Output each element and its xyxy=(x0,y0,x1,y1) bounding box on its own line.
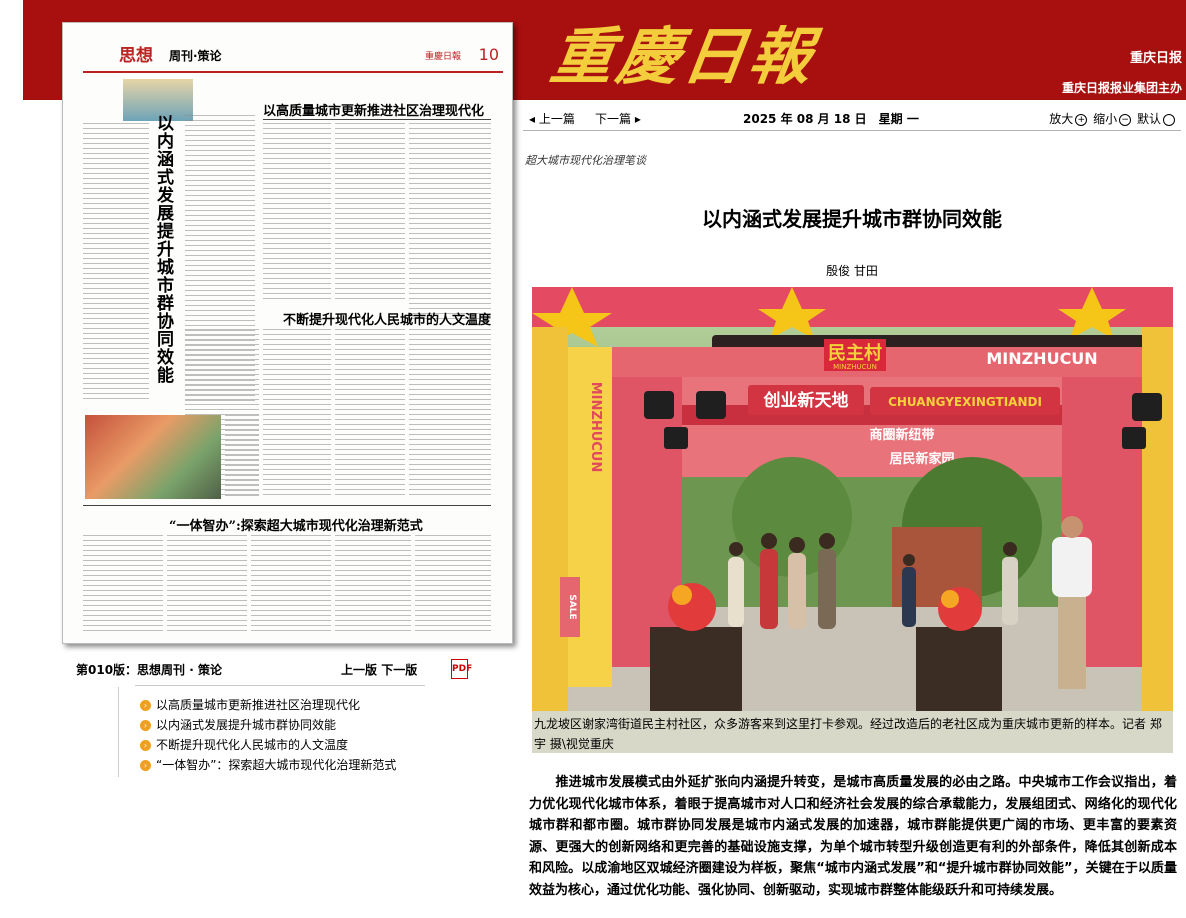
thumb-text-block xyxy=(83,123,149,403)
thumb-headline-2[interactable]: 不断提升现代化人民城市的人文温度 xyxy=(283,309,491,328)
article-list-item[interactable]: › 不断提升现代化人民城市的人文温度 xyxy=(140,735,440,755)
gate-sign-pinyin: MINZHUCUN xyxy=(986,349,1097,368)
article-list: › 以高质量城市更新推进社区治理现代化 › 以内涵式发展提升城市群协同效能 › 不断提… xyxy=(140,695,440,775)
arrow-bullet-icon: › xyxy=(140,759,151,771)
brand-title: 重庆日报 xyxy=(1129,51,1182,66)
zoom-controls: 放大 + 缩小 − 默认 xyxy=(1049,110,1177,127)
zoom-default-button[interactable]: 默认 xyxy=(1137,112,1177,126)
plus-circle-icon: + xyxy=(1075,113,1088,126)
arrow-bullet-icon: › xyxy=(140,699,151,711)
zoom-out-button[interactable]: 缩小 − xyxy=(1093,112,1133,126)
thumb-section: 思想 xyxy=(119,46,153,66)
photo-caption: 九龙坡区谢家湾街道民主村社区，众多游客来到这里打卡参观。经过改造后的老社区成为重… xyxy=(532,711,1173,753)
prev-article-link[interactable]: ◂ 上一篇 xyxy=(529,110,575,127)
thumb-headline-1[interactable]: 以高质量城市更新推进社区治理现代化 xyxy=(263,100,484,119)
article-nav: ◂ 上一篇 下一篇 ▸ 2025 年 08 月 18 日 星期 一 放大 + 缩小… xyxy=(529,108,1181,128)
gate-sign-vertical: MINZHUCUN xyxy=(588,382,603,473)
thumb-text-block xyxy=(251,535,331,633)
sale-sign: SALE xyxy=(567,594,577,619)
next-article-link[interactable]: 下一篇 ▸ xyxy=(595,110,641,127)
article-link[interactable]: 不断提升现代化人民城市的人文温度 xyxy=(156,735,348,755)
article-list-item[interactable]: › 以高质量城市更新推进社区治理现代化 xyxy=(140,695,440,715)
article-link[interactable]: “一体智办”：探索超大城市现代化治理新范式 xyxy=(156,755,396,775)
thumb-text-block xyxy=(263,329,331,499)
thumb-page-number: 10 xyxy=(478,45,499,64)
arrow-bullet-icon: › xyxy=(140,719,151,731)
article-link[interactable]: 以高质量城市更新推进社区治理现代化 xyxy=(156,695,360,715)
triangle-right-icon: ▸ xyxy=(631,112,641,126)
thumb-text-block xyxy=(335,329,405,499)
thumb-rule xyxy=(263,119,491,120)
arrow-bullet-icon: › xyxy=(140,739,151,751)
thumb-rule xyxy=(83,505,491,506)
article-list-item[interactable]: › 以内涵式发展提升城市群协同效能 xyxy=(140,715,440,735)
thumb-masthead: 重慶日報 xyxy=(424,52,461,62)
thumb-text-block xyxy=(263,123,331,303)
thumb-headline-3[interactable]: “一体智办”:探索超大城市现代化治理新范式 xyxy=(169,515,423,534)
article-author: 殷俊 甘田 xyxy=(826,264,878,278)
thumb-text-block xyxy=(83,535,163,633)
article-kicker: 超大城市现代化治理笔谈 xyxy=(525,154,646,167)
newspaper-page-thumbnail[interactable]: 思想 周刊·策论 重慶日報 10 以内涵式发展提升城市群协同效能 以高质量城市更… xyxy=(62,22,513,644)
article-body: 推进城市发展模式由外延扩张向内涵提升转变，是城市高质量发展的必由之路。中央城市工… xyxy=(529,775,1177,898)
gate-sign-main-pinyin: MINZHUCUN xyxy=(833,363,877,371)
thumb-text-block xyxy=(415,535,491,633)
gate-sign-row3: 商圈新纽带 xyxy=(869,427,934,443)
edition-label: 第010版：思想周刊 · 策论 xyxy=(76,663,222,677)
minus-circle-icon: − xyxy=(1119,113,1132,126)
gate-sign-sub-pinyin: CHUANGYEXINGTIANDI xyxy=(888,395,1042,409)
pdf-icon[interactable]: PDF xyxy=(451,659,472,679)
gate-sign-sub: 创业新天地 xyxy=(763,390,849,411)
thumb-photo xyxy=(85,415,221,499)
prev-page-link[interactable]: 上一版 xyxy=(341,663,377,677)
page-pager: 上一版 下一版 xyxy=(341,661,417,678)
thumb-vertical-title[interactable]: 以内涵式发展提升城市群协同效能 xyxy=(157,115,179,385)
issue-date: 2025 年 08 月 18 日 星期 一 xyxy=(743,112,919,126)
article-link[interactable]: 以内涵式发展提升城市群协同效能 xyxy=(156,715,336,735)
divider xyxy=(118,687,119,777)
brand-host: 重庆日报报业集团主办 xyxy=(1061,81,1182,95)
thumb-header: 思想 周刊·策论 重慶日報 10 xyxy=(83,41,503,73)
next-page-link[interactable]: 下一版 xyxy=(381,663,417,677)
thumb-text-block xyxy=(167,535,247,633)
article-list-item[interactable]: › “一体智办”：探索超大城市现代化治理新范式 xyxy=(140,755,440,775)
site-logo[interactable]: 重慶日報 xyxy=(546,6,823,96)
thumb-text-block xyxy=(409,329,491,499)
gate-sign-main: 民主村 xyxy=(828,342,882,364)
circle-icon xyxy=(1163,113,1175,126)
zoom-in-button[interactable]: 放大 + xyxy=(1049,112,1089,126)
thumb-text-block xyxy=(225,415,259,499)
article-photo: 民主村 MINZHUCUN MINZHUCUN 创业新天地 CHUANGYEXI… xyxy=(532,287,1173,711)
thumb-text-block xyxy=(335,123,405,303)
thumb-text-block xyxy=(409,123,491,323)
triangle-left-icon: ◂ xyxy=(529,112,539,126)
thumb-text-block xyxy=(335,535,411,633)
divider xyxy=(523,130,1181,131)
article-title: 以内涵式发展提升城市群协同效能 xyxy=(702,207,1002,231)
thumb-subsection: 周刊·策论 xyxy=(169,49,222,63)
divider xyxy=(135,685,425,686)
